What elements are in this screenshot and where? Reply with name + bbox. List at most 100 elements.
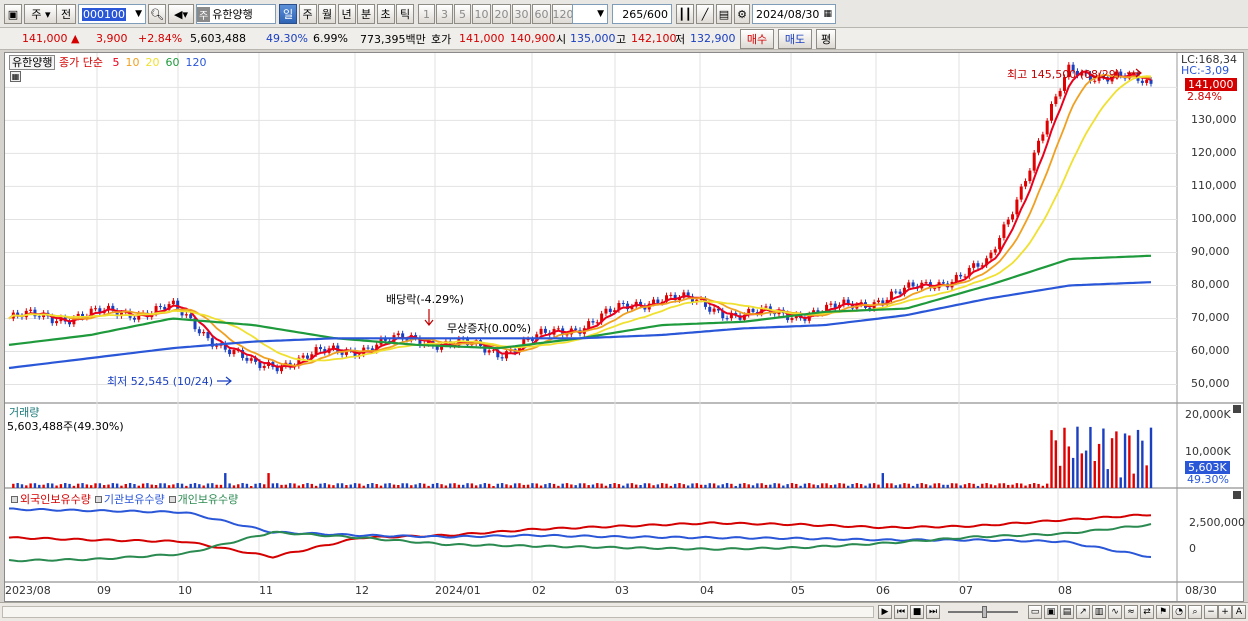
ma-period-label[interactable]: 10 bbox=[125, 56, 139, 69]
layout-icon[interactable]: ▣ bbox=[4, 4, 22, 24]
trend-icon[interactable]: ↗ bbox=[1076, 605, 1090, 619]
zoom-slider-thumb[interactable] bbox=[982, 606, 987, 618]
period-button[interactable]: 년 bbox=[337, 4, 356, 24]
volume-bar bbox=[466, 483, 469, 488]
period-button[interactable]: 일 bbox=[279, 4, 297, 24]
candle-body bbox=[1058, 90, 1062, 97]
candle-icon[interactable]: ┃┃ bbox=[676, 4, 694, 24]
volume-bar bbox=[721, 484, 724, 488]
stock-tag-label[interactable]: 유한양행 bbox=[9, 55, 56, 70]
volume-bar bbox=[423, 483, 426, 488]
gear-icon[interactable]: ⚙ bbox=[734, 4, 750, 24]
candle-body bbox=[132, 317, 136, 320]
layout2-icon[interactable]: ▣ bbox=[1044, 605, 1058, 619]
search-zoom-icon[interactable]: ⌕ bbox=[1188, 605, 1202, 619]
bars-icon[interactable]: ▥ bbox=[1092, 605, 1106, 619]
volume-bar bbox=[224, 473, 227, 488]
volume-bar bbox=[630, 483, 634, 488]
ma-period-label[interactable]: 60 bbox=[165, 56, 179, 69]
stock-name-field[interactable]: 주 유한양행 bbox=[196, 4, 276, 24]
scroll-track[interactable] bbox=[2, 606, 874, 618]
count-input[interactable]: 265/600 bbox=[612, 4, 672, 24]
trade-amount: 773,395백만 bbox=[360, 32, 426, 46]
volume-bar bbox=[682, 484, 686, 488]
grid-icon[interactable]: ▦ bbox=[10, 71, 21, 82]
compare-icon[interactable]: ⇄ bbox=[1140, 605, 1154, 619]
volume-bar bbox=[1033, 483, 1036, 488]
volume-bar bbox=[972, 483, 975, 488]
volume-close-icon[interactable] bbox=[1233, 405, 1241, 413]
line-tool-icon[interactable]: ╱ bbox=[696, 4, 714, 24]
save-icon[interactable]: ▤ bbox=[716, 4, 732, 24]
wave2-icon[interactable]: ≈ bbox=[1124, 605, 1138, 619]
candle-body bbox=[1054, 96, 1058, 104]
interval-button[interactable]: 20 bbox=[492, 4, 511, 24]
interval-button[interactable]: 60 bbox=[532, 4, 551, 24]
volume-bar bbox=[1149, 427, 1153, 488]
zoom-in-icon[interactable]: + bbox=[1218, 605, 1232, 619]
pie-icon[interactable]: ◔ bbox=[1172, 605, 1186, 619]
interval-button[interactable]: 10 bbox=[472, 4, 491, 24]
holdings-series-label[interactable]: 외국인보유수량 bbox=[20, 493, 91, 506]
chevron-down-icon[interactable]: ▼ bbox=[135, 9, 142, 19]
interval-button[interactable]: 120 bbox=[552, 4, 574, 24]
buy-button[interactable]: 매수 bbox=[740, 29, 774, 49]
chart-canvas[interactable] bbox=[5, 53, 1243, 601]
volume-bar bbox=[699, 484, 703, 488]
volume-bar bbox=[332, 485, 335, 488]
stop-icon[interactable]: ■ bbox=[910, 605, 924, 619]
low-price: 132,900 bbox=[690, 32, 736, 45]
date-input[interactable]: 2024/08/30 ▦ bbox=[752, 4, 836, 24]
interval-button[interactable]: 30 bbox=[512, 4, 531, 24]
ma-period-label[interactable]: 5 bbox=[112, 56, 119, 69]
prev-button[interactable]: 전 bbox=[56, 4, 76, 24]
x-tick-label: 04 bbox=[700, 584, 714, 597]
zoom-out-icon[interactable]: − bbox=[1204, 605, 1218, 619]
eval-button[interactable]: 평 bbox=[816, 29, 836, 49]
period-button[interactable]: 주 bbox=[298, 4, 317, 24]
period-button[interactable]: 틱 bbox=[396, 4, 414, 24]
code-input[interactable]: 000100 ▼ bbox=[78, 4, 146, 24]
market-select[interactable]: 주 ▾ bbox=[24, 4, 58, 24]
volume-bar bbox=[1050, 430, 1053, 488]
interval-dropdown[interactable]: ▼ bbox=[572, 4, 608, 24]
ma-period-label[interactable]: 120 bbox=[185, 56, 206, 69]
holdings-close-icon[interactable] bbox=[1233, 491, 1241, 499]
market-label: 주 bbox=[31, 8, 42, 21]
font-size-icon[interactable]: A bbox=[1232, 605, 1246, 619]
chart-area[interactable]: 유한양행 종가 단순 5 10 20 60 120 ▦ LC:168,34 HC:-3,… bbox=[4, 52, 1245, 602]
volume-bar bbox=[535, 483, 538, 488]
flag-icon[interactable]: ⚑ bbox=[1156, 605, 1170, 619]
candle-body bbox=[487, 350, 491, 353]
chart-scrollbar[interactable]: ▶ ⏮ ■ ⏭ ▭ ▣ ▤ ↗ ▥ ∿ ≈ ⇄ ⚑ ◔ ⌕ − + A bbox=[0, 602, 1248, 621]
volume-bar bbox=[565, 483, 569, 488]
interval-button[interactable]: 1 bbox=[418, 4, 435, 24]
sell-button[interactable]: 매도 bbox=[778, 29, 812, 49]
volume-bar bbox=[730, 483, 733, 488]
volume-bar bbox=[362, 485, 365, 488]
interval-button[interactable]: 5 bbox=[454, 4, 471, 24]
scroll-right-icon[interactable]: ▶ bbox=[878, 605, 892, 619]
scroll-last-icon[interactable]: ⏭ bbox=[926, 605, 940, 619]
speaker-icon[interactable]: ◀▾ bbox=[168, 4, 194, 24]
price-tick-label: 120,000 bbox=[1191, 146, 1237, 160]
calendar-icon[interactable]: ▦ bbox=[823, 9, 832, 19]
volume-bar bbox=[219, 484, 223, 488]
search-icon[interactable]: 🔍︎ bbox=[148, 4, 166, 24]
ma-period-label[interactable]: 20 bbox=[145, 56, 159, 69]
volume-bar bbox=[872, 483, 876, 488]
holdings-series-label[interactable]: 개인보유수량 bbox=[178, 493, 239, 506]
volume-bar bbox=[855, 483, 859, 488]
period-button[interactable]: 월 bbox=[318, 4, 336, 24]
wave-icon[interactable]: ∿ bbox=[1108, 605, 1122, 619]
layout3-icon[interactable]: ▤ bbox=[1060, 605, 1074, 619]
period-button[interactable]: 초 bbox=[376, 4, 395, 24]
layout1-icon[interactable]: ▭ bbox=[1028, 605, 1042, 619]
candle-body bbox=[318, 347, 322, 350]
period-button[interactable]: 분 bbox=[357, 4, 375, 24]
candle-body bbox=[504, 351, 508, 359]
scroll-first-icon[interactable]: ⏮ bbox=[894, 605, 908, 619]
holdings-series-label[interactable]: 기관보유수량 bbox=[104, 493, 165, 506]
interval-button[interactable]: 3 bbox=[436, 4, 453, 24]
volume-bar bbox=[154, 485, 158, 488]
